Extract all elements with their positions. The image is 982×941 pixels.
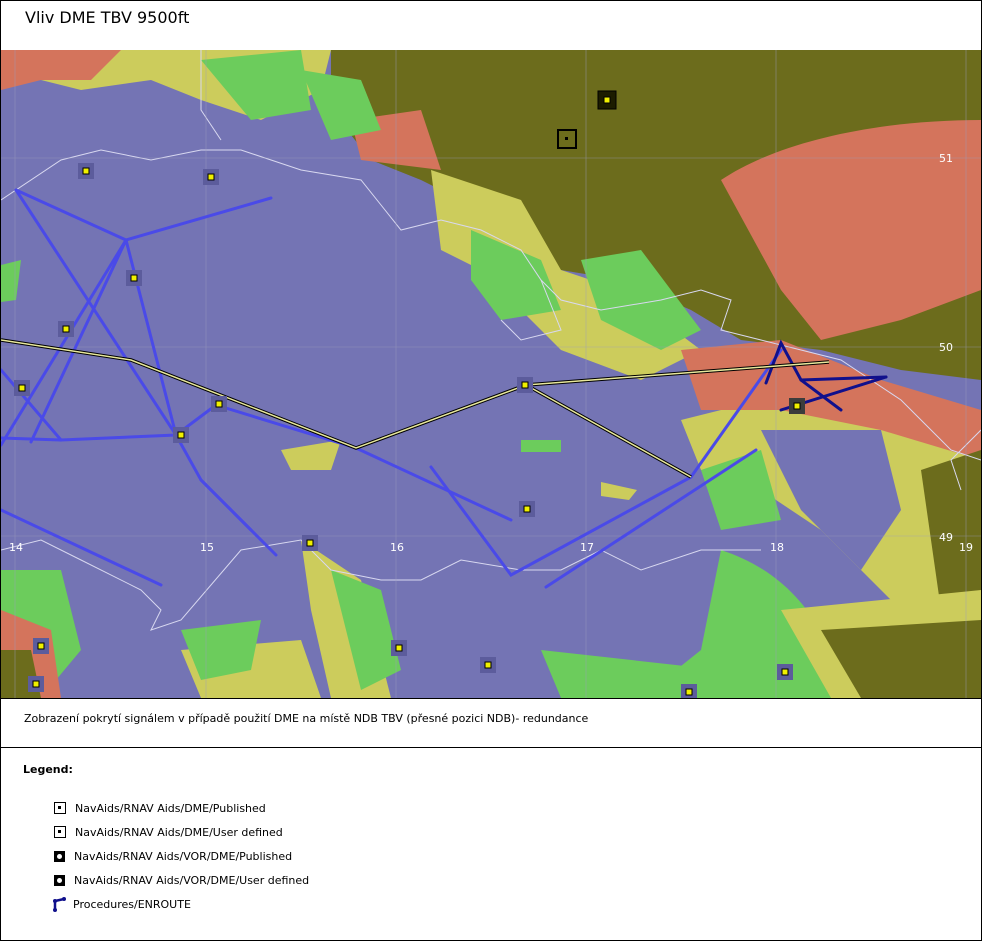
map-canvas: 14 15 16 17 18 19 51 50 49 bbox=[1, 50, 981, 698]
vor-dme-user-defined-icon bbox=[54, 874, 65, 886]
enroute-procedure-icon bbox=[53, 897, 66, 912]
legend-item: NavAids/RNAV Aids/VOR/DME/Published bbox=[51, 844, 309, 868]
lon-label-18: 18 bbox=[770, 541, 784, 554]
navaid-marker[interactable] bbox=[33, 638, 49, 654]
navaid-marker[interactable] bbox=[126, 270, 142, 286]
navaid-marker[interactable] bbox=[58, 321, 74, 337]
navaid-marker[interactable] bbox=[211, 396, 227, 412]
legend-item-label: NavAids/RNAV Aids/DME/Published bbox=[75, 801, 266, 815]
navaid-marker[interactable] bbox=[14, 380, 30, 396]
dme-user-defined-icon bbox=[54, 826, 66, 838]
lat-label-49: 49 bbox=[939, 531, 953, 544]
navaid-marker[interactable] bbox=[519, 501, 535, 517]
navaid-marker[interactable] bbox=[789, 398, 805, 414]
navaid-marker[interactable] bbox=[681, 684, 697, 698]
lon-label-17: 17 bbox=[580, 541, 594, 554]
lon-label-19: 19 bbox=[959, 541, 973, 554]
coverage-green-patch-center bbox=[521, 440, 561, 452]
navaid-marker[interactable] bbox=[391, 640, 407, 656]
legend: Legend: NavAids/RNAV Aids/DME/Published … bbox=[1, 748, 981, 938]
map-caption: Zobrazení pokrytí signálem v případě pou… bbox=[24, 712, 589, 725]
lat-label-50: 50 bbox=[939, 341, 953, 354]
navaid-marker[interactable] bbox=[173, 427, 189, 443]
navaid-marker[interactable] bbox=[517, 377, 533, 393]
lat-label-51: 51 bbox=[939, 152, 953, 165]
navaid-marker[interactable] bbox=[78, 163, 94, 179]
legend-item: NavAids/RNAV Aids/DME/Published bbox=[51, 796, 309, 820]
title-bar: Vliv DME TBV 9500ft bbox=[1, 1, 981, 51]
lon-label-14: 14 bbox=[9, 541, 23, 554]
legend-item-label: NavAids/RNAV Aids/VOR/DME/Published bbox=[74, 849, 293, 863]
legend-item-label: Procedures/ENROUTE bbox=[73, 897, 191, 911]
navaid-marker[interactable] bbox=[480, 657, 496, 673]
navaid-marker[interactable] bbox=[777, 664, 793, 680]
legend-item: NavAids/RNAV Aids/DME/User defined bbox=[51, 820, 309, 844]
lon-label-15: 15 bbox=[200, 541, 214, 554]
legend-item-label: NavAids/RNAV Aids/DME/User defined bbox=[75, 825, 283, 839]
dme-published-icon bbox=[54, 802, 66, 814]
coverage-map[interactable]: 14 15 16 17 18 19 51 50 49 bbox=[1, 50, 981, 699]
navaid-marker[interactable] bbox=[597, 90, 617, 110]
legend-item-label: NavAids/RNAV Aids/VOR/DME/User defined bbox=[74, 873, 310, 887]
lon-label-16: 16 bbox=[390, 541, 404, 554]
legend-heading: Legend: bbox=[23, 763, 73, 776]
caption-bar: Zobrazení pokrytí signálem v případě pou… bbox=[1, 699, 981, 748]
navaid-marker[interactable] bbox=[28, 676, 44, 692]
legend-list: NavAids/RNAV Aids/DME/Published NavAids/… bbox=[51, 796, 309, 916]
navaid-marker[interactable] bbox=[302, 535, 318, 551]
legend-item: Procedures/ENROUTE bbox=[51, 892, 309, 916]
legend-item: NavAids/RNAV Aids/VOR/DME/User defined bbox=[51, 868, 309, 892]
vor-dme-published-icon bbox=[54, 850, 65, 862]
navaid-marker[interactable] bbox=[203, 169, 219, 185]
page-title: Vliv DME TBV 9500ft bbox=[25, 8, 190, 27]
